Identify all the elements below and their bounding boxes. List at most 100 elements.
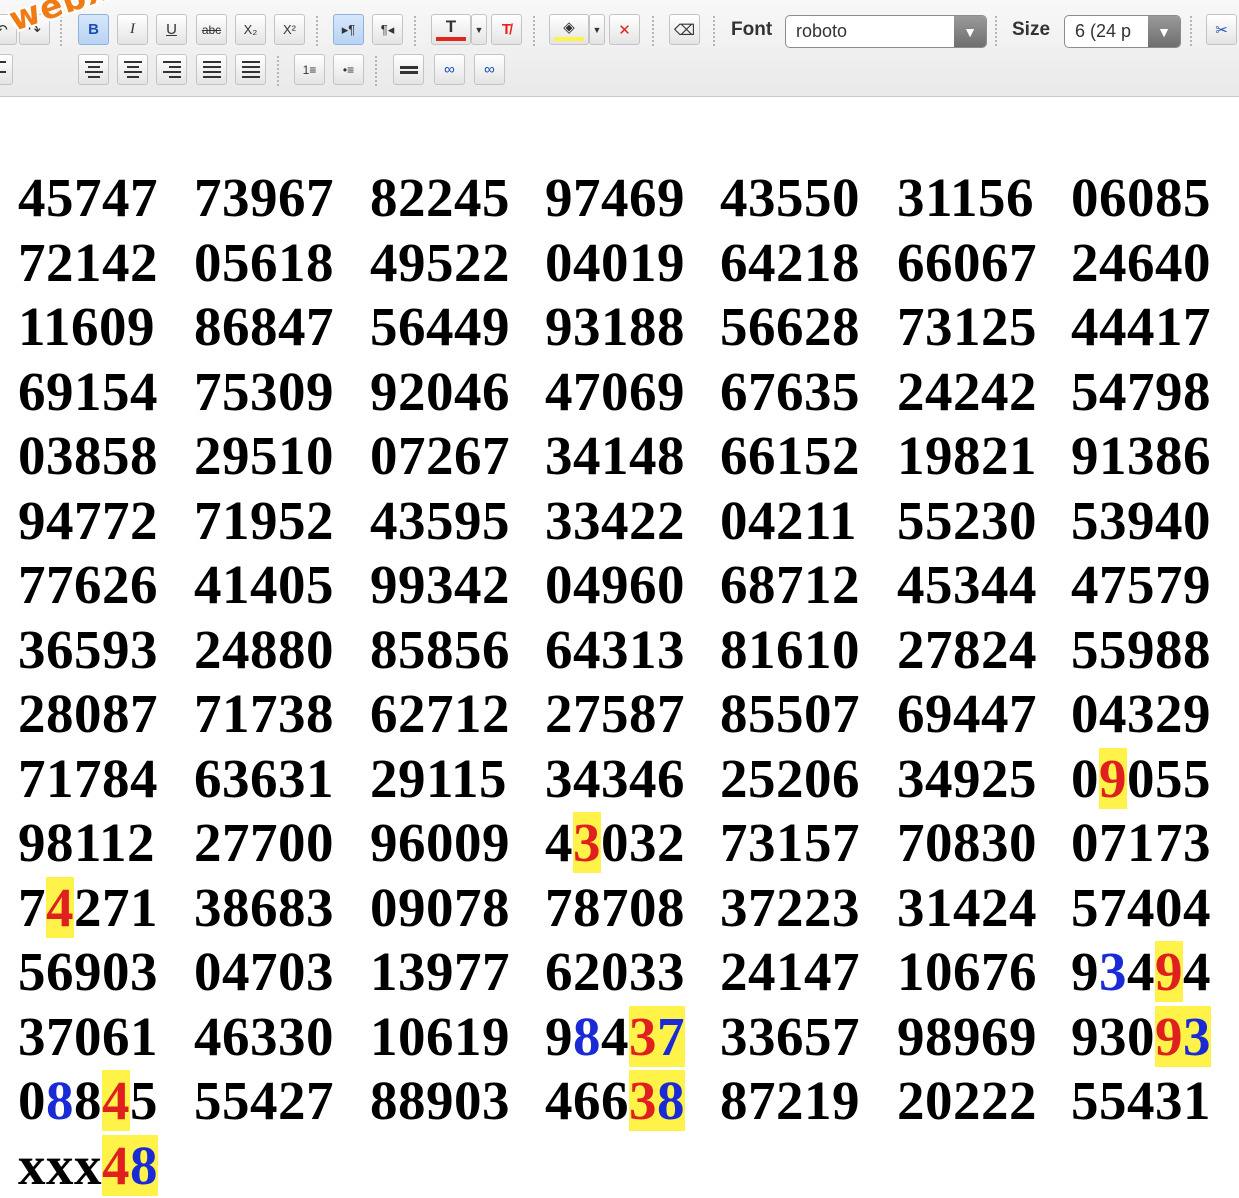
number-row: 45747739678224597469435503115606085 (0, 166, 1239, 231)
number-cell: 27700 (194, 811, 334, 875)
highlight-color-dropdown[interactable]: ▼ (589, 14, 605, 45)
number-cell: 03858 (18, 424, 158, 488)
remove-highlight-button[interactable]: ✕ (609, 14, 640, 45)
number-cell: 67635 (720, 360, 860, 424)
font-select[interactable]: roboto ▼ (785, 15, 987, 48)
insert-link-button[interactable]: ∞ (434, 54, 465, 85)
align-left-button[interactable] (0, 54, 13, 85)
ltr-button[interactable]: ▸¶ (333, 14, 364, 45)
digit: 6 (573, 1070, 601, 1131)
number-cell: 73157 (720, 811, 860, 875)
number-cell: 36593 (18, 618, 158, 682)
number-cell: 34925 (897, 747, 1037, 811)
editor-toolbar: ↶ ↷ B I U abc X₂ X² ▸¶ ¶◂ T ▼ T̸ ◈ ▼ ✕ ⌫… (0, 0, 1239, 97)
eraser-button[interactable]: ⌫ (669, 14, 700, 45)
align-left-icon (0, 61, 6, 78)
align-center-button[interactable] (78, 54, 109, 85)
remove-link-button[interactable]: ∞ (474, 54, 505, 85)
highlighted-number-cell: 09055 (1071, 747, 1211, 811)
cut-button[interactable]: ✂ (1206, 14, 1237, 45)
digit: 4 (545, 812, 573, 873)
horizontal-rule-button[interactable] (393, 54, 424, 85)
remove-highlight-icon: ✕ (618, 21, 631, 39)
digit: x (46, 1135, 74, 1196)
highlighted-number-cell: 08845 (18, 1069, 158, 1133)
digit: 8 (74, 1070, 102, 1131)
align-center-alt-button[interactable] (117, 54, 148, 85)
eraser-icon: ⌫ (674, 21, 695, 39)
digit: 0 (1127, 1006, 1155, 1067)
justify-button[interactable] (196, 54, 227, 85)
digit: 1 (130, 877, 158, 938)
digit: 0 (18, 1070, 46, 1131)
number-row: 94772719524359533422042115523053940 (0, 489, 1239, 554)
number-cell: 29510 (194, 424, 334, 488)
highlighted-number-cell: xxx48 (18, 1134, 158, 1198)
number-cell: 68712 (720, 553, 860, 617)
bullet-list-button[interactable]: •≡ (333, 54, 364, 85)
number-cell: 19821 (897, 424, 1037, 488)
number-cell: 10676 (897, 940, 1037, 1004)
number-cell: 75309 (194, 360, 334, 424)
number-cell: 77626 (18, 553, 158, 617)
number-row: 08845554278890346638872192022255431 (0, 1069, 1239, 1134)
italic-button[interactable]: I (117, 14, 148, 45)
number-row: xxx48 (0, 1134, 1239, 1198)
number-cell: 82245 (370, 166, 510, 230)
number-cell: 86847 (194, 295, 334, 359)
number-cell: 73967 (194, 166, 334, 230)
toolbar-separator (995, 16, 997, 46)
horizontal-rule-icon (400, 66, 418, 74)
digit: 0 (1127, 748, 1155, 809)
bold-button[interactable]: B (78, 14, 109, 45)
digit: 4 (1183, 941, 1211, 1002)
number-cell: 33422 (545, 489, 685, 553)
strikethrough-button[interactable]: abc (196, 14, 227, 45)
highlighted-digit: 4 (46, 877, 74, 938)
remove-text-color-button[interactable]: T̸ (491, 14, 522, 45)
digit: 9 (545, 1006, 573, 1067)
highlighted-number-cell: 43032 (545, 811, 685, 875)
subscript-button[interactable]: X₂ (235, 14, 266, 45)
number-cell: 09078 (370, 876, 510, 940)
number-row: 37061463301061998437336579896993093 (0, 1005, 1239, 1070)
size-select-value: 6 (24 p (1075, 21, 1147, 42)
highlighted-number-cell: 93093 (1071, 1005, 1211, 1069)
underline-button[interactable]: U (156, 14, 187, 45)
number-cell: 72142 (18, 231, 158, 295)
number-cell: 96009 (370, 811, 510, 875)
bold-label: B (88, 21, 99, 38)
digit: 3 (629, 812, 657, 873)
highlighted-number-cell: 74271 (18, 876, 158, 940)
text-color-button[interactable]: T (431, 14, 471, 45)
align-right-button[interactable] (156, 54, 187, 85)
highlight-color-button[interactable]: ◈ (549, 14, 589, 45)
numbered-list-button[interactable]: 1≡ (294, 54, 325, 85)
number-cell: 11609 (18, 295, 155, 359)
number-cell: 34346 (545, 747, 685, 811)
number-row: 03858295100726734148661521982191386 (0, 424, 1239, 489)
highlighted-number-cell: 93494 (1071, 940, 1211, 1004)
size-select[interactable]: 6 (24 p ▼ (1064, 15, 1181, 48)
text-color-dropdown[interactable]: ▼ (471, 14, 487, 45)
number-cell: 73125 (897, 295, 1037, 359)
highlighted-digit: 8 (657, 1070, 685, 1131)
digit: 2 (657, 812, 685, 873)
align-center-icon (124, 61, 142, 78)
number-cell: 69154 (18, 360, 158, 424)
digit: x (18, 1135, 46, 1196)
highlighted-digit: 4 (102, 1135, 130, 1196)
rtl-button[interactable]: ¶◂ (372, 14, 403, 45)
text-color-swatch (436, 37, 466, 41)
number-cell: 24880 (194, 618, 334, 682)
number-cell: 49522 (370, 231, 510, 295)
superscript-button[interactable]: X² (274, 14, 305, 45)
number-cell: 38683 (194, 876, 334, 940)
justify-full-button[interactable] (235, 54, 266, 85)
highlighted-digit: 4 (102, 1070, 130, 1131)
number-cell: 04703 (194, 940, 334, 1004)
highlighted-number-cell: 98437 (545, 1005, 685, 1069)
digit: 9 (1071, 1006, 1099, 1067)
number-cell: 56449 (370, 295, 510, 359)
highlighted-digit: 8 (573, 1006, 601, 1067)
